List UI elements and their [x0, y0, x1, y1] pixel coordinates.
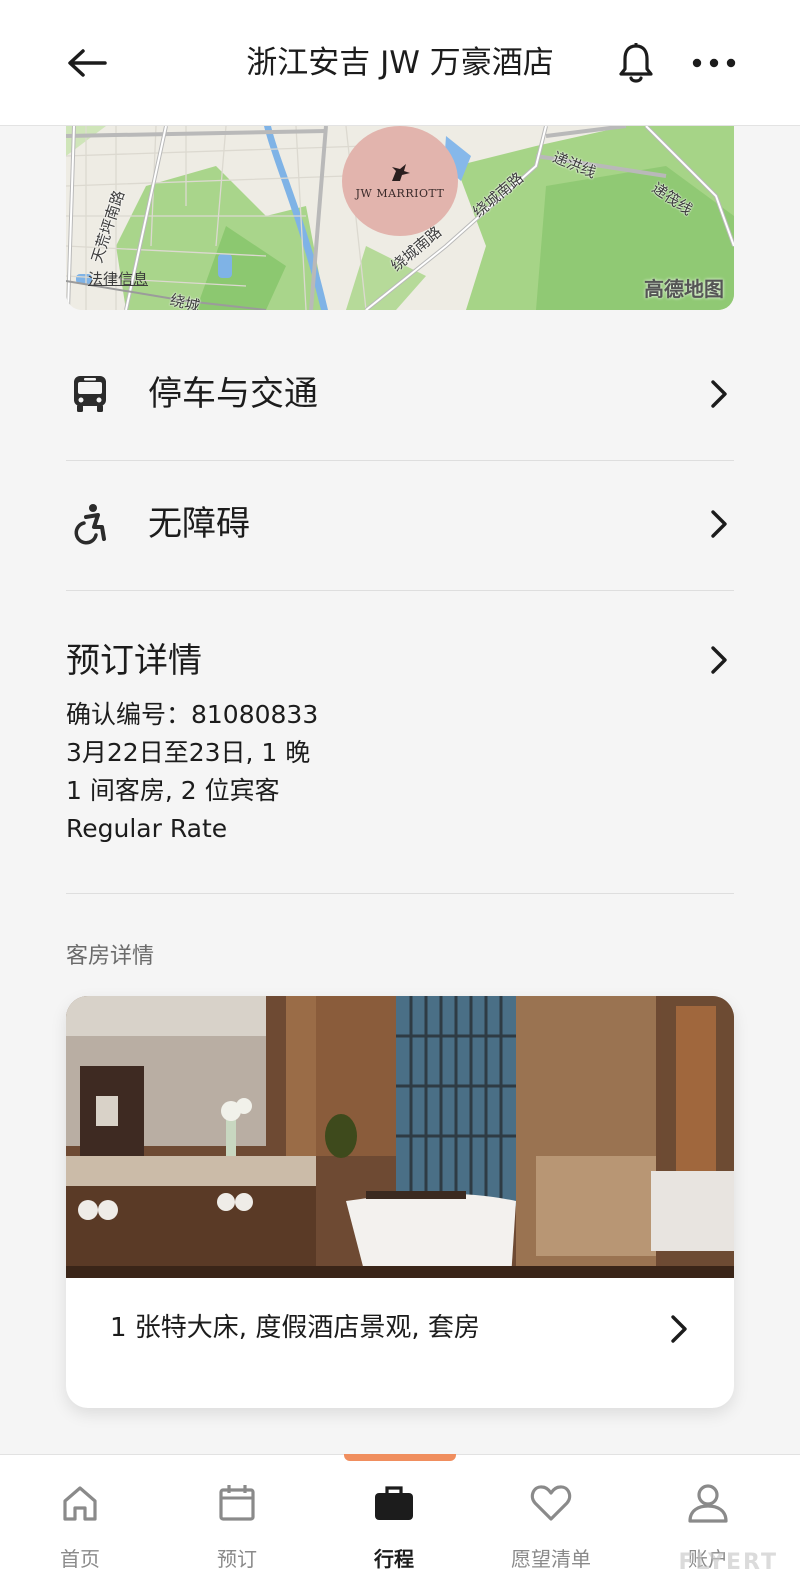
arrow-left-icon — [68, 49, 107, 77]
chevron-right-icon — [664, 1312, 694, 1346]
hotel-map-marker[interactable]: JW MARRIOTT — [342, 126, 458, 236]
page-title: 浙江安吉 JW 万豪酒店 — [246, 45, 554, 81]
heart-icon — [527, 1479, 575, 1527]
map-legal-link[interactable]: 法律信息 — [88, 268, 148, 289]
rooms-guests: 1 间客房, 2 位宾客 — [66, 776, 280, 805]
divider — [66, 893, 734, 894]
room-photo — [66, 996, 734, 1278]
room-description: 1 张特大床, 度假酒店景观, 套房 — [110, 1313, 480, 1343]
map-provider-brand: 高德地图 — [644, 277, 724, 301]
home-icon — [56, 1479, 104, 1527]
active-tab-indicator — [344, 1454, 456, 1461]
chevron-right-icon — [704, 642, 734, 678]
chevron-right-icon — [704, 506, 734, 542]
room-card[interactable]: 1 张特大床, 度假酒店景观, 套房 — [66, 996, 734, 1408]
bell-icon — [619, 43, 653, 83]
booking-details-heading: 预订详情 — [66, 641, 202, 681]
more-options-button[interactable] — [688, 42, 740, 84]
tab-wishlist-label: 愿望清单 — [511, 1547, 591, 1571]
watermark: FLYERT — [678, 1550, 778, 1575]
stay-dates: 3月22日至23日, 1 晚 — [66, 738, 311, 767]
top-app-bar: 浙江安吉 JW 万豪酒店 — [0, 0, 800, 126]
notifications-button[interactable] — [612, 38, 660, 88]
room-details-heading: 客房详情 — [66, 944, 155, 969]
tab-bookings[interactable]: 预订 — [157, 1455, 317, 1594]
user-icon — [684, 1479, 732, 1527]
jw-marriott-logo-icon — [392, 163, 410, 181]
more-horizontal-icon — [692, 58, 736, 68]
bus-icon — [66, 370, 114, 418]
rate-type: Regular Rate — [66, 814, 228, 843]
tab-trips-label: 行程 — [374, 1547, 414, 1571]
accessibility-icon — [66, 500, 114, 548]
parking-transport-row[interactable]: 停车与交通 — [66, 330, 734, 460]
divider — [66, 590, 734, 591]
chevron-right-icon — [704, 376, 734, 412]
tab-home-label: 首页 — [60, 1547, 100, 1571]
tab-wishlist[interactable]: 愿望清单 — [471, 1455, 631, 1594]
confirmation-number: 确认编号：81080833 — [66, 700, 319, 729]
accessibility-label: 无障碍 — [148, 504, 250, 544]
location-map[interactable]: 天荒坪南路 绕城南路 绕城南路 递洪线 递筏线 绕城 JW MARRIOTT 法… — [66, 126, 734, 310]
hotel-logo-text: JW MARRIOTT — [355, 186, 445, 200]
briefcase-icon — [370, 1479, 418, 1527]
accessibility-row[interactable]: 无障碍 — [66, 460, 734, 590]
booking-details-section[interactable]: 预订详情 确认编号：81080833 3月22日至23日, 1 晚 1 间客房,… — [66, 636, 734, 886]
tab-bookings-label: 预订 — [217, 1547, 257, 1571]
parking-transport-label: 停车与交通 — [148, 374, 318, 414]
tab-home[interactable]: 首页 — [0, 1455, 160, 1594]
calendar-icon — [213, 1479, 261, 1527]
tab-trips[interactable]: 行程 — [314, 1455, 474, 1594]
back-button[interactable] — [60, 40, 114, 86]
